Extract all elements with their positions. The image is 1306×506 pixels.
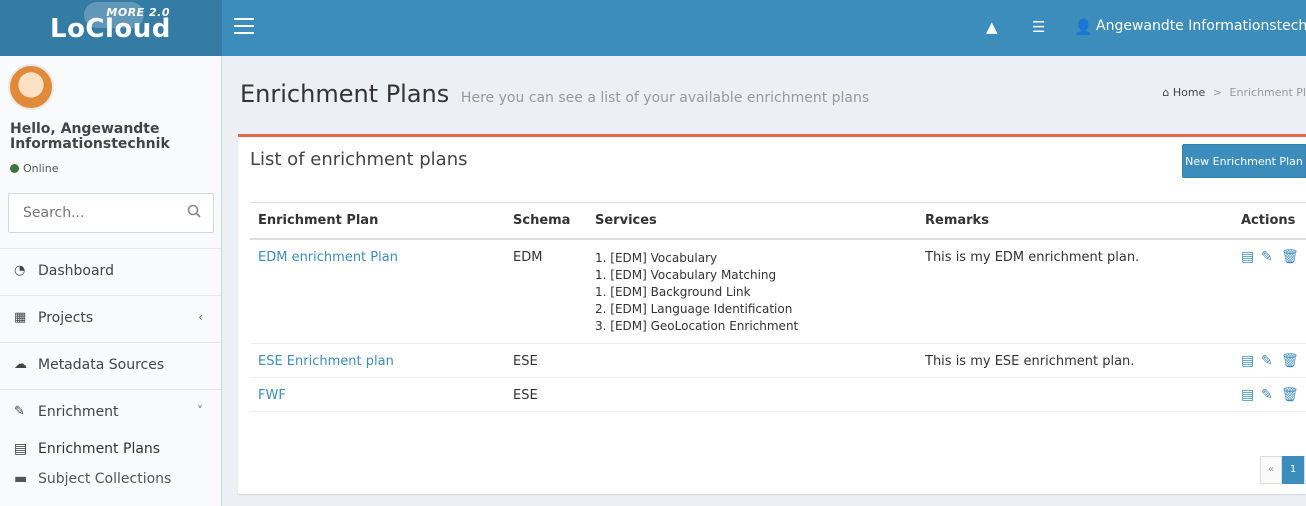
services-cell: [587, 343, 917, 378]
plans-table-wrapper: Enrichment Plan Schema Services Remarks …: [250, 202, 1306, 412]
sidebar-subitem-subject-collections[interactable]: ▬ Subject Collections: [14, 471, 171, 487]
breadcrumb-home[interactable]: ⌂ Home: [1162, 86, 1205, 99]
logo-text: LoCloud: [50, 14, 171, 44]
schema-cell: ESE: [505, 343, 587, 378]
table-row: FWF ESE ▤ ✎ 🗑: [250, 377, 1306, 412]
new-enrichment-plan-button[interactable]: New Enrichment Plan: [1182, 144, 1306, 178]
content-header: Enrichment Plans Here you can see a list…: [222, 56, 1306, 118]
service-item: 1. [EDM] Background Link: [595, 284, 751, 299]
dashboard-icon: ◔: [14, 263, 26, 278]
top-navbar: ▲ ☰ 👤 Angewandte Informationstechnik: [222, 0, 1306, 56]
remarks-cell: This is my EDM enrichment plan.: [917, 238, 1233, 344]
plan-link[interactable]: EDM enrichment Plan: [258, 250, 398, 265]
actions-cell: ▤ ✎ 🗑: [1233, 343, 1306, 378]
col-header-services: Services: [587, 202, 917, 240]
breadcrumb-home-label: Home: [1172, 86, 1206, 99]
service-item: 1. [EDM] Vocabulary: [595, 250, 718, 265]
edit-pencil-icon[interactable]: ✎: [1261, 250, 1275, 264]
edit-pencil-icon[interactable]: ✎: [1261, 354, 1275, 368]
user-greeting: Hello, Angewandte Informationstechnik: [10, 121, 170, 152]
trash-icon[interactable]: 🗑: [1281, 354, 1299, 368]
sidebar-item-enrichment[interactable]: ✎ Enrichment ˅: [0, 389, 221, 435]
trash-icon[interactable]: 🗑: [1281, 388, 1299, 402]
page-title-text: Enrichment Plans: [240, 80, 450, 108]
schema-cell: EDM: [505, 238, 587, 344]
online-status[interactable]: Online: [10, 162, 58, 175]
sidebar-item-label: Dashboard: [38, 263, 114, 279]
sidebar-item-metadata-sources[interactable]: ☁ Metadata Sources: [0, 342, 221, 388]
edit-pencil-icon[interactable]: ✎: [1261, 388, 1275, 402]
pagination-page[interactable]: 1: [1282, 456, 1304, 484]
remarks-cell: [917, 377, 1233, 412]
pagination: « 1 »: [1260, 456, 1306, 484]
search-icon[interactable]: [187, 204, 201, 218]
sidebar-item-label: Projects: [38, 310, 94, 326]
remarks-cell: This is my ESE enrichment plan.: [917, 343, 1233, 378]
sidebar-subitem-label: Subject Collections: [38, 471, 172, 487]
sidebar: Hello, Angewandte Informationstechnik On…: [0, 56, 222, 506]
col-header-schema: Schema: [505, 202, 587, 240]
col-header-plan: Enrichment Plan: [250, 202, 505, 240]
actions-cell: ▤ ✎ 🗑: [1233, 377, 1306, 412]
menu-toggle-icon[interactable]: [234, 18, 254, 34]
archive-icon: ▬: [14, 471, 28, 487]
view-file-icon[interactable]: ▤: [1241, 388, 1255, 402]
page-subtitle: Here you can see a list of your availabl…: [460, 90, 870, 106]
plan-link[interactable]: ESE Enrichment plan: [258, 354, 394, 369]
page-title: Enrichment Plans Here you can see a list…: [240, 80, 869, 108]
sidebar-subitem-enrichment-plans[interactable]: ▤ Enrichment Plans: [14, 441, 160, 457]
table-row: ESE Enrichment plan ESE This is my ESE e…: [250, 343, 1306, 378]
plan-cell: ESE Enrichment plan: [250, 343, 505, 378]
service-item: 3. [EDM] GeoLocation Enrichment: [595, 318, 799, 333]
plan-cell: EDM enrichment Plan: [250, 238, 505, 344]
col-header-actions: Actions: [1233, 202, 1306, 240]
col-header-remarks: Remarks: [917, 202, 1233, 240]
view-file-icon[interactable]: ▤: [1241, 250, 1255, 264]
sidebar-search: [8, 193, 214, 233]
sidebar-subitem-label: Enrichment Plans: [38, 441, 161, 457]
box-title: List of enrichment plans: [250, 149, 468, 170]
search-input[interactable]: [9, 194, 169, 232]
sidebar-item-label: Enrichment: [38, 404, 119, 420]
service-item: 2. [EDM] Language Identification: [595, 301, 793, 316]
table-header-row: Enrichment Plan Schema Services Remarks …: [250, 202, 1306, 240]
trash-icon[interactable]: 🗑: [1281, 250, 1299, 264]
status-label: Online: [23, 162, 59, 175]
logo[interactable]: MORE 2.0 LoCloud: [0, 0, 222, 56]
sidebar-item-dashboard[interactable]: ◔ Dashboard: [0, 248, 221, 294]
pagination-prev[interactable]: «: [1260, 456, 1282, 484]
magic-wand-icon: ✎: [14, 404, 25, 419]
actions-cell: ▤ ✎ 🗑: [1233, 238, 1306, 344]
services-cell: 1. [EDM] Vocabulary 1. [EDM] Vocabulary …: [587, 238, 917, 344]
services-cell: [587, 377, 917, 412]
sidebar-item-projects[interactable]: ▦ Projects ‹: [0, 295, 221, 341]
chevron-down-icon: ˅: [197, 404, 203, 418]
enrichment-plans-box: List of enrichment plans New Enrichment …: [238, 134, 1306, 494]
cloud-icon: ☁: [14, 357, 27, 372]
plans-table: Enrichment Plan Schema Services Remarks …: [250, 202, 1306, 412]
tasks-icon[interactable]: ☰: [1032, 18, 1045, 36]
chevron-left-icon: ‹: [198, 310, 203, 324]
breadcrumb-current: Enrichment Pl: [1229, 86, 1306, 99]
user-name-menu[interactable]: Angewandte Informationstechnik: [1096, 18, 1306, 34]
status-dot-icon: [10, 164, 19, 173]
view-file-icon[interactable]: ▤: [1241, 354, 1255, 368]
plan-cell: FWF: [250, 377, 505, 412]
warning-icon[interactable]: ▲: [986, 18, 998, 36]
avatar: [8, 64, 54, 110]
table-row: EDM enrichment Plan EDM 1. [EDM] Vocabul…: [250, 238, 1306, 344]
schema-cell: ESE: [505, 377, 587, 412]
sidebar-item-label: Metadata Sources: [38, 357, 165, 373]
plan-link[interactable]: FWF: [258, 388, 286, 403]
table-icon: ▦: [14, 310, 27, 325]
breadcrumb: ⌂ Home > Enrichment Pl: [1162, 86, 1306, 99]
user-icon[interactable]: 👤: [1074, 18, 1093, 36]
service-item: 1. [EDM] Vocabulary Matching: [595, 267, 777, 282]
file-icon: ▤: [14, 441, 28, 457]
